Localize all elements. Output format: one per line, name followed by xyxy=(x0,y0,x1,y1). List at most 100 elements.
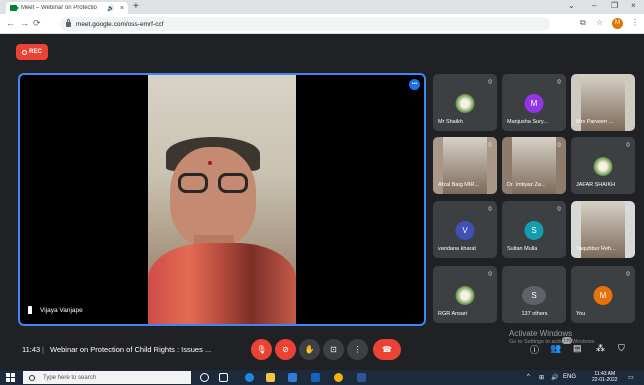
participant-tile[interactable]: ⦸ Afzal Baig MIR... xyxy=(433,137,497,194)
participant-tile[interactable]: ⦸ Mr Shaikh xyxy=(433,74,497,131)
activities-icon[interactable]: ⁂ xyxy=(596,343,605,354)
microphone-off-button[interactable]: 🎙 xyxy=(251,339,272,360)
video-face xyxy=(170,147,256,247)
participant-name: Yaqubbur Reh... xyxy=(576,246,616,252)
microphone-muted-icon: ⦸ xyxy=(557,142,561,148)
activate-windows-subtitle: Go to Settings to activate Windows. xyxy=(509,339,596,345)
tab-title: Meet – Webinar on Protectio xyxy=(20,5,97,11)
main-speaker-tile[interactable]: ••• Vijaya Vanjape xyxy=(18,73,426,326)
network-icon[interactable]: ⊞ xyxy=(539,374,544,381)
participant-tile[interactable]: ⦸ JAFAR SHAIKH xyxy=(571,137,635,194)
participant-name: vandana kharat xyxy=(438,246,476,252)
others-avatar-stack: S xyxy=(522,286,546,305)
word-icon[interactable] xyxy=(357,373,366,382)
glasses-right-lens xyxy=(218,173,248,193)
edge-icon[interactable] xyxy=(245,373,254,382)
cortana-icon[interactable] xyxy=(200,373,209,382)
video-glasses xyxy=(178,173,250,195)
title-divider: | xyxy=(42,345,44,354)
profile-avatar[interactable]: M xyxy=(612,18,623,29)
microphone-muted-icon: ⦸ xyxy=(488,142,492,148)
notifications-icon[interactable]: ▭ xyxy=(628,374,634,381)
address-bar[interactable]: meet.google.com/oss-emrf-ccf xyxy=(60,17,550,31)
microphone-muted-icon: ⦸ xyxy=(557,206,561,212)
windows-taskbar: Type here to search ^ ⊞ 🔊 ENG 11:43 AM 2… xyxy=(0,370,644,385)
tab-close-icon[interactable]: × xyxy=(120,5,124,12)
mail-icon[interactable] xyxy=(311,373,320,382)
activate-windows-title: Activate Windows xyxy=(509,329,573,338)
new-tab-button[interactable]: + xyxy=(133,1,139,12)
raise-hand-button[interactable]: ✋ xyxy=(299,339,320,360)
bookmark-star-icon[interactable]: ☆ xyxy=(596,18,603,27)
microphone-muted-icon: ⦸ xyxy=(488,271,492,277)
record-icon xyxy=(22,49,28,55)
microphone-muted-icon: ⦸ xyxy=(626,206,630,212)
browser-menu-icon[interactable]: ⋮ xyxy=(631,18,639,27)
browser-toolbar: ← → ⟳ meet.google.com/oss-emrf-ccf ⧉ ☆ M… xyxy=(0,14,644,34)
store-icon[interactable] xyxy=(288,373,297,382)
reload-icon[interactable]: ⟳ xyxy=(33,18,41,29)
more-options-button[interactable]: ⋮ xyxy=(347,339,368,360)
chrome-icon[interactable] xyxy=(334,373,343,382)
taskbar-clock[interactable]: 11:43 AM 22-01-2022 xyxy=(592,371,618,383)
participant-tile[interactable]: ⦸ Dr. Imtiyaz Za... xyxy=(502,137,566,194)
speaking-indicator-icon: ••• xyxy=(409,79,420,90)
participant-profile-image xyxy=(593,157,613,176)
close-window-button[interactable]: × xyxy=(631,1,636,10)
leave-call-button[interactable]: ☎ xyxy=(373,339,401,360)
participant-tile[interactable]: S 137 others xyxy=(502,266,566,323)
participant-avatar: M xyxy=(593,286,613,305)
participant-tile[interactable]: V ⦸ vandana kharat xyxy=(433,201,497,258)
input-language[interactable]: ENG xyxy=(563,374,576,380)
speaker-video xyxy=(148,75,296,324)
tray-chevron-icon[interactable]: ^ xyxy=(527,374,530,380)
participant-profile-image xyxy=(455,286,475,305)
tab-search-icon[interactable]: ⌄ xyxy=(568,1,575,10)
taskbar-search[interactable]: Type here to search xyxy=(23,371,191,384)
microphone-muted-icon: ⦸ xyxy=(626,142,630,148)
participant-tile[interactable]: M ⦸ Manjusha Sury... xyxy=(502,74,566,131)
rec-label: REC xyxy=(29,49,42,55)
participant-tile[interactable]: ⦸ RGR Ansari xyxy=(433,266,497,323)
browser-tab-meet[interactable]: Meet – Webinar on Protectio 🔊 × xyxy=(6,2,128,14)
task-view-icon[interactable] xyxy=(219,373,228,382)
participant-name: 137 others xyxy=(521,311,548,317)
participant-name: You xyxy=(576,311,586,317)
pin-icon[interactable] xyxy=(28,306,32,314)
participant-tile[interactable]: Mrs Parveen ... xyxy=(571,74,635,131)
install-app-icon[interactable]: ⧉ xyxy=(580,18,586,28)
taskbar-date: 22-01-2022 xyxy=(592,377,618,383)
taskbar-search-placeholder: Type here to search xyxy=(43,374,97,381)
maximize-button[interactable]: ❐ xyxy=(611,1,618,10)
speaker-name: Vijaya Vanjape xyxy=(40,306,83,314)
participant-tile[interactable]: S ⦸ Sultan Mulla xyxy=(502,201,566,258)
video-bindi xyxy=(208,161,212,165)
participant-tile[interactable]: ⦸ Yaqubbur Reh... xyxy=(571,201,635,258)
participant-profile-image xyxy=(455,94,475,113)
lock-icon[interactable] xyxy=(66,18,71,27)
camera-off-button[interactable]: ⊘ xyxy=(275,339,296,360)
search-icon xyxy=(29,374,35,381)
glasses-left-lens xyxy=(178,173,208,193)
speaker-icon[interactable]: 🔊 xyxy=(107,5,114,12)
windows-start-icon[interactable] xyxy=(6,373,15,382)
back-arrow-icon[interactable]: ← xyxy=(6,18,15,28)
participant-avatar: V xyxy=(455,221,475,240)
host-controls-icon[interactable]: ⛉ xyxy=(618,343,625,354)
participant-name: JAFAR SHAIKH xyxy=(576,182,616,188)
microphone-muted-icon: ⦸ xyxy=(488,206,492,212)
participant-name: Mrs Parveen ... xyxy=(576,119,614,125)
participant-tile[interactable]: M ⦸ You xyxy=(571,266,635,323)
video-saree xyxy=(148,243,296,324)
participant-avatar: S xyxy=(524,221,544,240)
browser-tabstrip: Meet – Webinar on Protectio 🔊 × + ⌄ – ❐ … xyxy=(0,0,644,14)
participant-name: Mr Shaikh xyxy=(438,119,463,125)
file-explorer-icon[interactable] xyxy=(266,373,275,382)
forward-arrow-icon[interactable]: → xyxy=(20,18,29,28)
present-screen-button[interactable]: ⊡ xyxy=(323,339,344,360)
microphone-muted-icon: ⦸ xyxy=(557,79,561,85)
participant-name: Sultan Mulla xyxy=(507,246,538,252)
participant-name: RGR Ansari xyxy=(438,311,468,317)
volume-icon[interactable]: 🔊 xyxy=(551,374,558,381)
minimize-button[interactable]: – xyxy=(592,1,596,10)
